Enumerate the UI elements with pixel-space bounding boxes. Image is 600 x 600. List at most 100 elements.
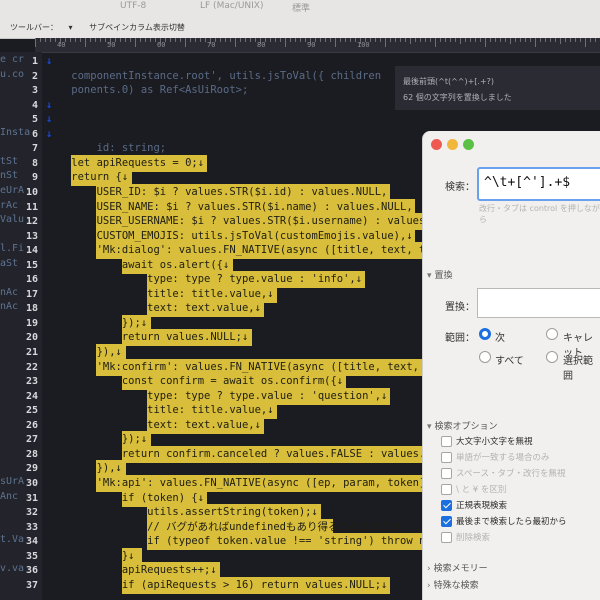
range-all-label: すべて [495, 356, 524, 367]
option-checkbox [441, 532, 452, 543]
line-number: 37 [25, 579, 38, 591]
option-label: \ と ¥ を区別 [456, 485, 507, 495]
ruler-tick [345, 38, 346, 42]
ruler-tick [45, 38, 46, 42]
ruler-tick [540, 38, 541, 42]
ruler-tick [85, 38, 86, 47]
ruler-tick [475, 38, 476, 42]
search-options-section-toggle[interactable]: ▾ 検索オプション [427, 419, 498, 432]
ghost-text-line: aSt [0, 257, 19, 269]
ruler-tick [440, 38, 441, 42]
ruler-tick [395, 38, 396, 42]
ghost-text-line: Anc [0, 490, 19, 502]
ruler-tick [375, 38, 376, 42]
ghost-text-line: sUrA [0, 475, 25, 487]
replace-section-toggle[interactable]: ▾ 置換 [427, 268, 453, 281]
ruler-tick [80, 38, 81, 42]
ruler-tick [330, 38, 331, 42]
ruler-tick [590, 38, 591, 42]
ruler-tick [480, 38, 481, 42]
option-checkbox [441, 452, 452, 463]
ruler-tick [275, 38, 276, 42]
replace-field[interactable] [477, 288, 600, 318]
ruler-tick [55, 38, 56, 42]
ruler-number: 90 [307, 41, 316, 49]
minimize-window-icon[interactable] [447, 139, 458, 150]
line-endings-select[interactable]: LF (Mac/UNIX) [200, 1, 263, 11]
ruler-tick [95, 38, 96, 42]
editor-toolbar: UTF-8 LF (Mac/UNIX) 標準 ツールバー： ▾ サブペインカラム… [0, 0, 600, 39]
ghost-text-line: l.Fi [0, 243, 25, 255]
ghost-text-line: v.va [0, 563, 25, 575]
ruler-tick [305, 38, 306, 42]
ruler-number: 60 [157, 41, 166, 49]
ruler-tick [350, 38, 351, 42]
option-checkbox[interactable] [441, 516, 452, 527]
ruler-tick [470, 38, 471, 42]
search-field[interactable]: ^\t+[^'].+$ [477, 167, 600, 201]
notice-query: 最後前頭(^t(^^)+[.+?) [403, 77, 495, 86]
ruler-tick [285, 38, 286, 47]
ruler-tick [90, 38, 91, 42]
ruler-number: 70 [207, 41, 216, 49]
option-label: 最後まで検索したら最初から [456, 517, 567, 527]
disclosure-down-icon: ▾ [427, 271, 432, 281]
range-caret-radio[interactable] [546, 328, 558, 340]
ghost-text-line: u.co [0, 68, 25, 80]
ruler-tick [280, 38, 281, 42]
ruler-tick [450, 38, 451, 42]
ghost-text-line: rAc [0, 199, 19, 211]
range-label: 範囲： [445, 333, 475, 344]
ruler-tick [325, 38, 326, 42]
chevron-down-icon[interactable]: ▾ [69, 23, 73, 32]
ruler-tick [410, 38, 411, 44]
ghost-text-line: nAc [0, 286, 19, 298]
toolbar-label: ツールバー： [10, 23, 58, 32]
ruler-tick [430, 38, 431, 42]
ruler-tick [270, 38, 271, 42]
ruler-tick [150, 38, 151, 42]
ruler-tick [530, 38, 531, 42]
subpane-toggle-button[interactable]: サブペインカラム表示切替 [89, 23, 185, 32]
search-hint: 改行・タブは control を押しながら [479, 204, 600, 224]
ruler-tick [180, 38, 181, 42]
special-search-section-toggle[interactable]: › 特殊な検索 [427, 578, 479, 591]
range-all-radio[interactable] [479, 351, 491, 363]
option-checkbox[interactable] [441, 500, 452, 511]
ruler-tick [195, 38, 196, 42]
ruler-tick [550, 38, 551, 42]
ghost-text-line: t.Va [0, 534, 25, 546]
ruler-tick [70, 38, 71, 42]
ruler-tick [335, 38, 336, 47]
ruler-tick [190, 38, 191, 42]
range-next-label: 次 [495, 333, 505, 344]
ruler-tick [520, 38, 521, 42]
zoom-window-icon[interactable] [463, 139, 474, 150]
ruler-tick [50, 38, 51, 42]
ruler-tick [230, 38, 231, 42]
replace-label: 置換： [445, 302, 475, 313]
ruler-tick [525, 38, 526, 42]
mode-select[interactable]: 標準 [292, 1, 310, 14]
ruler-tick [225, 38, 226, 42]
ruler-tick [505, 38, 506, 42]
disclosure-right-icon: › [427, 564, 431, 574]
close-window-icon[interactable] [431, 139, 442, 150]
option-checkbox[interactable] [441, 436, 452, 447]
ruler-tick [385, 38, 386, 47]
ruler-tick [535, 38, 536, 47]
disclosure-right-icon: › [427, 581, 431, 591]
ruler-tick [155, 38, 156, 42]
ruler-tick [220, 38, 221, 42]
option-label: 正規表現検索 [456, 501, 508, 511]
encoding-select[interactable]: UTF-8 [120, 1, 146, 11]
ruler-tick [490, 38, 491, 42]
search-memory-section-toggle[interactable]: › 検索メモリー [427, 561, 488, 574]
ruler-tick [370, 38, 371, 42]
ruler-tick [355, 38, 356, 42]
range-selection-radio[interactable] [546, 351, 558, 363]
ruler-tick [250, 38, 251, 42]
range-next-radio[interactable] [479, 328, 491, 340]
option-checkbox [441, 468, 452, 479]
ghost-text-line: Valu [0, 214, 25, 226]
